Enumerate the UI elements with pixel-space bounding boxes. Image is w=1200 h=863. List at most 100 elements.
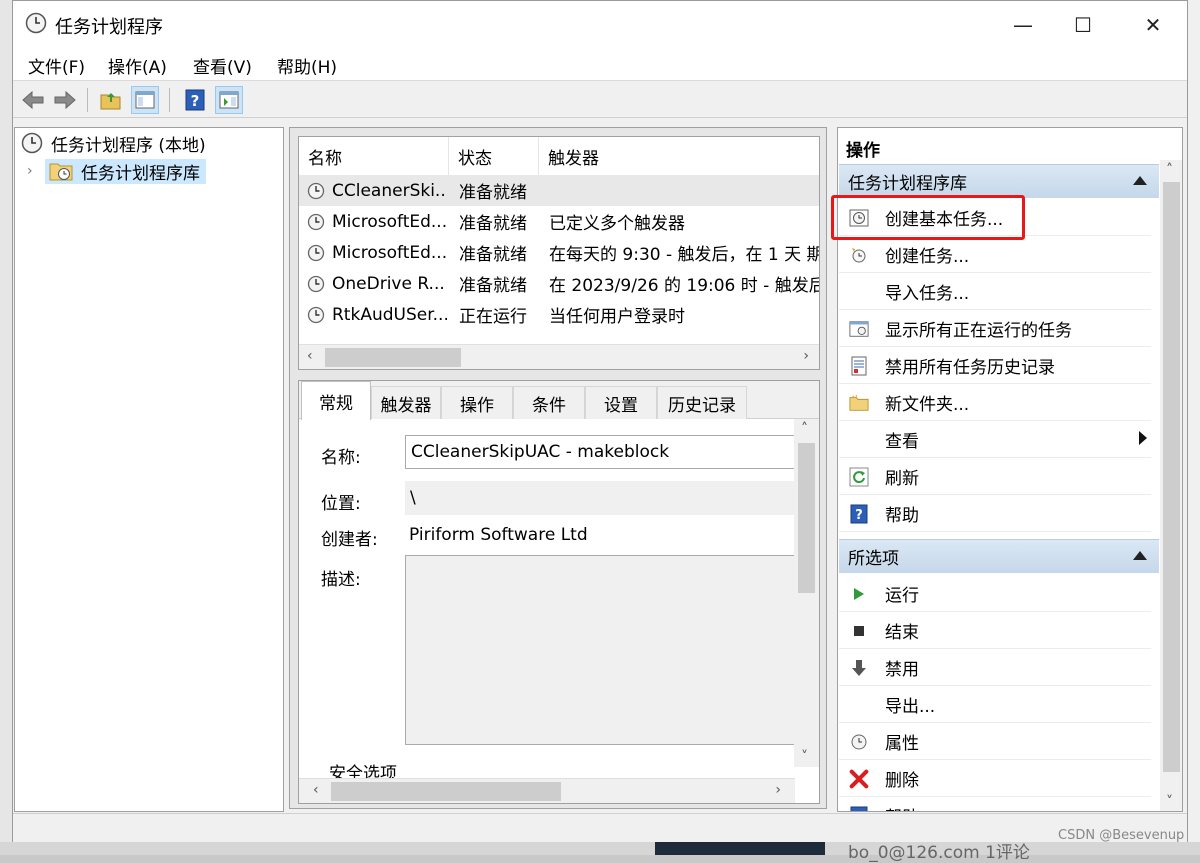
tab-conditions[interactable]: 条件 bbox=[513, 386, 585, 419]
tab-history[interactable]: 历史记录 bbox=[657, 386, 747, 419]
task-details-panel: 常规 触发器 操作 条件 设置 历史记录 名称: CCleanerSkipUAC… bbox=[298, 380, 820, 804]
scroll-up-icon[interactable]: ˄ bbox=[1166, 162, 1173, 178]
scrollbar-thumb[interactable] bbox=[798, 443, 815, 593]
column-header-status[interactable]: 状态 bbox=[449, 137, 539, 175]
toolbar-separator bbox=[169, 88, 170, 112]
action-refresh[interactable]: 刷新 bbox=[839, 458, 1151, 495]
tree-library-row[interactable]: › 任务计划程序库 bbox=[27, 158, 206, 184]
task-clock-icon bbox=[307, 175, 325, 206]
action-show-running-tasks[interactable]: 显示所有正在运行的任务 bbox=[839, 310, 1151, 347]
tab-actions[interactable]: 操作 bbox=[441, 386, 513, 419]
actions-vertical-scrollbar[interactable]: ˄ ˅ bbox=[1160, 160, 1182, 811]
table-row[interactable]: MicrosoftEd... 准备就绪 已定义多个触发器 bbox=[299, 206, 819, 237]
scroll-right-icon[interactable]: › bbox=[803, 348, 809, 364]
task-clock-icon bbox=[307, 299, 325, 330]
table-row[interactable]: CCleanerSki... 准备就绪 bbox=[299, 175, 819, 206]
show-hide-action-pane-icon[interactable] bbox=[215, 86, 243, 114]
task-clock-icon bbox=[307, 268, 325, 299]
action-delete[interactable]: 删除 bbox=[839, 760, 1151, 797]
task-name-field[interactable]: CCleanerSkipUAC - makeblock bbox=[405, 435, 795, 469]
title-bar[interactable]: 任务计划程序 — ☐ ✕ bbox=[13, 1, 1187, 48]
action-label: 帮助 bbox=[885, 505, 919, 526]
action-disable[interactable]: 禁用 bbox=[839, 649, 1151, 686]
stop-icon bbox=[849, 621, 869, 641]
scrollbar-thumb[interactable] bbox=[325, 348, 461, 367]
properties-clock-icon bbox=[849, 732, 869, 752]
action-properties[interactable]: 属性 bbox=[839, 723, 1151, 760]
tab-general[interactable]: 常规 bbox=[301, 381, 371, 420]
details-vertical-scrollbar[interactable]: ˄ ˅ bbox=[794, 419, 819, 767]
action-view[interactable]: 查看 bbox=[839, 421, 1151, 458]
action-help[interactable]: ? 帮助 bbox=[839, 495, 1151, 532]
collapse-up-icon[interactable] bbox=[1133, 176, 1147, 185]
submenu-arrow-icon bbox=[1139, 431, 1147, 445]
section-header-selected-item[interactable]: 所选项 bbox=[839, 539, 1159, 573]
task-trigger: 在 2023/9/26 的 19:06 时 - 触发后 bbox=[549, 276, 819, 296]
menu-view[interactable]: 查看(V) bbox=[193, 53, 252, 78]
table-row[interactable]: OneDrive R... 准备就绪 在 2023/9/26 的 19:06 时… bbox=[299, 268, 819, 299]
scroll-left-icon[interactable]: ‹ bbox=[313, 782, 319, 798]
action-run[interactable]: 运行 bbox=[839, 575, 1151, 612]
column-header-trigger[interactable]: 触发器 bbox=[539, 137, 819, 175]
task-name: OneDrive R... bbox=[332, 273, 445, 294]
show-hide-console-tree-icon[interactable] bbox=[131, 86, 159, 114]
task-author-value: Piriform Software Ltd bbox=[409, 525, 588, 545]
desktop-background-right bbox=[1186, 0, 1200, 855]
help-icon[interactable]: ? bbox=[181, 86, 209, 114]
action-create-task[interactable]: 创建任务... bbox=[839, 236, 1151, 273]
actions-pane-title: 操作 bbox=[846, 141, 880, 161]
action-disable-history[interactable]: 禁用所有任务历史记录 bbox=[839, 347, 1151, 384]
scrollbar-thumb[interactable] bbox=[1163, 182, 1180, 772]
menu-action[interactable]: 操作(A) bbox=[108, 53, 167, 78]
scroll-up-icon[interactable]: ˄ bbox=[801, 421, 808, 437]
scroll-down-icon[interactable]: ˅ bbox=[801, 749, 808, 765]
watermark: CSDN @Besevenup bbox=[1058, 828, 1185, 843]
help-icon: ? bbox=[849, 806, 869, 812]
forward-arrow-icon[interactable] bbox=[51, 86, 79, 114]
action-label: 导入任务... bbox=[885, 283, 970, 304]
column-header-name[interactable]: 名称 bbox=[299, 137, 449, 175]
scroll-right-icon[interactable]: › bbox=[775, 782, 781, 798]
chevron-right-icon[interactable]: › bbox=[27, 163, 45, 179]
action-label: 帮助 bbox=[885, 803, 919, 812]
task-location-field[interactable]: \ bbox=[405, 481, 795, 515]
scroll-left-icon[interactable]: ‹ bbox=[307, 348, 313, 364]
menu-file[interactable]: 文件(F) bbox=[28, 53, 85, 78]
new-folder-icon bbox=[849, 393, 869, 413]
details-horizontal-scrollbar[interactable]: ‹ › bbox=[299, 778, 795, 803]
action-label: 显示所有正在运行的任务 bbox=[885, 320, 1072, 341]
task-name: CCleanerSki... bbox=[332, 180, 447, 201]
tab-triggers[interactable]: 触发器 bbox=[371, 386, 441, 419]
center-pane: 名称 状态 触发器 CCleanerSki... 准备就绪 MicrosoftE… bbox=[289, 127, 827, 809]
action-import-task[interactable]: 导入任务... bbox=[839, 273, 1151, 310]
task-list-horizontal-scrollbar[interactable]: ‹ › bbox=[299, 344, 819, 369]
svg-text:?: ? bbox=[855, 810, 863, 812]
back-arrow-icon[interactable] bbox=[19, 86, 47, 114]
maximize-button[interactable]: ☐ bbox=[1053, 1, 1113, 48]
run-play-icon bbox=[849, 584, 869, 604]
minimize-button[interactable]: — bbox=[993, 1, 1053, 48]
background-image-strip bbox=[655, 842, 825, 855]
action-end[interactable]: 结束 bbox=[839, 612, 1151, 649]
clock-icon bbox=[25, 12, 47, 39]
task-description-field[interactable] bbox=[405, 555, 795, 745]
action-label: 删除 bbox=[885, 770, 919, 791]
action-label: 结束 bbox=[885, 622, 919, 643]
action-export[interactable]: 导出... bbox=[839, 686, 1151, 723]
collapse-up-icon[interactable] bbox=[1133, 551, 1147, 560]
table-row[interactable]: RtkAudUSer... 正在运行 当任何用户登录时 bbox=[299, 299, 819, 330]
tree-root-label: 任务计划程序 (本地) bbox=[51, 135, 206, 156]
tree-item-library[interactable]: 任务计划程序库 bbox=[45, 158, 206, 184]
scroll-down-icon[interactable]: ˅ bbox=[1166, 794, 1173, 810]
tree-root[interactable]: 任务计划程序 (本地) bbox=[21, 130, 206, 156]
name-label: 名称: bbox=[321, 448, 361, 468]
close-button[interactable]: ✕ bbox=[1123, 1, 1183, 48]
action-help-selected[interactable]: ? 帮助 bbox=[839, 797, 1151, 812]
tab-settings[interactable]: 设置 bbox=[585, 386, 657, 419]
section-header-library[interactable]: 任务计划程序库 bbox=[839, 164, 1159, 198]
menu-help[interactable]: 帮助(H) bbox=[277, 53, 337, 78]
scrollbar-thumb[interactable] bbox=[331, 782, 561, 801]
table-row[interactable]: MicrosoftEd... 准备就绪 在每天的 9:30 - 触发后，在 1 … bbox=[299, 237, 819, 268]
action-new-folder[interactable]: 新文件夹... bbox=[839, 384, 1151, 421]
folder-up-icon[interactable] bbox=[97, 86, 125, 114]
